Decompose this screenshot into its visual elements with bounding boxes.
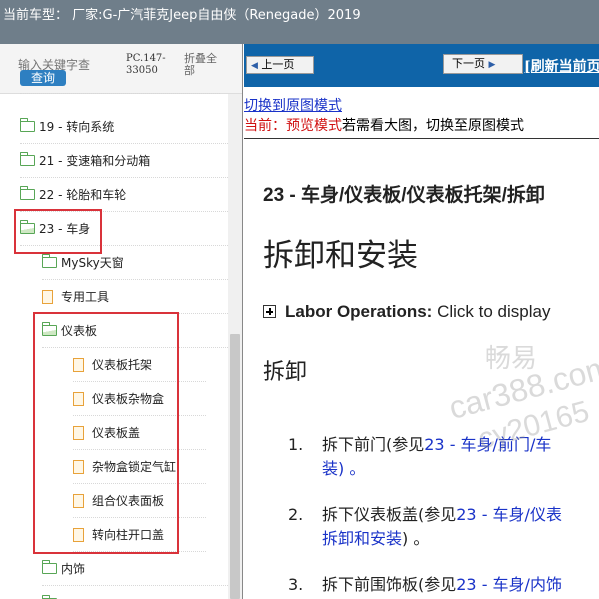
step-number: 1.	[288, 435, 304, 454]
step-text: 拆下前围饰板(参见	[322, 575, 457, 594]
content-pane: ◀ 上一页 下一页 ▶ [刷新当前页 切换到原图模式 当前：预览模式若需看大图，…	[244, 44, 599, 599]
tree-item-label: 转向柱开口盖	[92, 528, 165, 542]
tree-item-label: 仪表板托架	[92, 358, 153, 372]
tree-item-special-tools[interactable]: 专用工具	[42, 280, 228, 314]
folder-icon	[20, 152, 35, 166]
document-breadcrumb-heading: 23 - 车身/仪表板/仪表板托架/拆卸	[263, 185, 545, 206]
tree-item-label: 22 - 轮胎和车轮	[39, 188, 127, 202]
tree-item-label: 21 - 变速箱和分动箱	[39, 154, 151, 168]
step-reference-link-continued[interactable]: 拆卸和安装	[322, 529, 402, 548]
tree-item-label: 仪表板杂物盒	[92, 392, 165, 406]
next-page-button[interactable]: 下一页 ▶	[443, 54, 523, 74]
tree-item-label: 仪表板	[61, 324, 98, 338]
switch-original-mode-link[interactable]: 切换到原图模式	[244, 95, 342, 115]
tree-item-tires-wheels[interactable]: 22 - 轮胎和车轮	[20, 178, 228, 212]
watermark-text: car388.com	[445, 347, 599, 427]
step-text-continued: ) 。	[402, 529, 430, 548]
tree-item-body[interactable]: 23 - 车身	[20, 212, 228, 246]
part-code: PC.147-33050	[126, 53, 166, 76]
tree-item-glove-box-lock[interactable]: 杂物盒锁定气缸	[73, 450, 206, 484]
step-number: 3.	[288, 575, 304, 594]
tree-item-cluster-bezel[interactable]: 组合仪表面板	[73, 484, 206, 518]
tree-item-label: 杂物盒锁定气缸	[92, 460, 177, 474]
previous-page-button[interactable]: ◀ 上一页	[246, 56, 314, 74]
collapse-all-button[interactable]: 折叠全部	[184, 53, 224, 77]
document-title: 拆卸和安装	[263, 238, 418, 274]
folder-open-icon	[20, 220, 35, 234]
tree-scrollbar[interactable]	[228, 94, 242, 599]
previous-page-label: 上一页	[261, 58, 295, 71]
section-heading: 拆卸	[263, 360, 308, 385]
tree-item-clipped[interactable]	[42, 586, 228, 599]
arrow-right-icon: ▶	[488, 60, 496, 70]
watermark-text: 畅易	[485, 343, 538, 373]
page-navigation-bar: ◀ 上一页 下一页 ▶ [刷新当前页	[244, 44, 599, 87]
tree-item-instrument-panel[interactable]: 仪表板	[42, 314, 228, 348]
document-icon	[73, 493, 84, 508]
tree-item-label: MySky天窗	[61, 256, 124, 270]
tree-item-panel-cover[interactable]: 仪表板盖	[73, 416, 206, 450]
tree-item-label: 19 - 转向系统	[39, 120, 115, 134]
step-3: 3. 拆下前围饰板(参见23 - 车身/内饰	[288, 573, 598, 597]
tree-item-transmission[interactable]: 21 - 变速箱和分动箱	[20, 144, 228, 178]
current-mode-hint: 若需看大图，切换至原图模式	[342, 118, 524, 134]
left-navigation-pane: 查询 PC.147-33050 折叠全部 19 - 转向系统 21 - 变速箱和…	[0, 44, 243, 599]
tree-row-clipped	[20, 84, 220, 94]
step-reference-link[interactable]: 23 - 车身/仪表	[456, 505, 562, 524]
step-text: 拆下前门(参见	[322, 435, 425, 454]
folder-open-icon	[42, 322, 57, 336]
tree-item-label: 23 - 车身	[39, 222, 91, 236]
document-icon	[73, 357, 84, 372]
labor-operations-hint: Click to display	[432, 302, 551, 321]
step-2: 2. 拆下仪表板盖(参见23 - 车身/仪表 拆卸和安装) 。	[288, 503, 598, 551]
step-reference-link[interactable]: 23 - 车身/内饰	[456, 575, 562, 594]
step-text-continued: 装) 。	[322, 459, 366, 478]
folder-icon	[20, 118, 35, 132]
folder-icon	[42, 254, 57, 268]
step-text: 拆下仪表板盖(参见	[322, 505, 457, 524]
document-icon	[73, 391, 84, 406]
current-mode-text: 当前：预览模式若需看大图，切换至原图模式	[244, 115, 524, 135]
current-mode: 预览模式	[286, 118, 342, 134]
folder-icon	[42, 560, 57, 574]
document-icon	[42, 289, 53, 304]
tree-item-label: 仪表板盖	[92, 426, 141, 440]
tree-item-column-opening-cover[interactable]: 转向柱开口盖	[73, 518, 206, 552]
refresh-page-link[interactable]: [刷新当前页	[524, 56, 599, 76]
arrow-left-icon: ◀	[251, 61, 258, 71]
tree-item-label: 组合仪表面板	[92, 494, 165, 508]
current-vehicle-label: 当前车型： 厂家:G-广汽菲克Jeep自由侠（Renegade）2019	[3, 8, 361, 23]
tree-item-label: 专用工具	[61, 290, 110, 304]
expand-plus-icon[interactable]	[263, 305, 276, 318]
tree-item-panel-bracket[interactable]: 仪表板托架	[73, 348, 206, 382]
labor-operations-label: Labor Operations:	[285, 302, 433, 321]
step-1: 1. 拆下前门(参见23 - 车身/前门/车 装) 。	[288, 433, 598, 481]
step-reference-link[interactable]: 23 - 车身/前门/车	[424, 435, 551, 454]
document-icon	[73, 527, 84, 542]
tree-item-mysky-sunroof[interactable]: MySky天窗	[42, 246, 228, 280]
labor-operations[interactable]: Labor Operations: Click to display	[263, 302, 550, 322]
document-icon	[73, 459, 84, 474]
window-title-bar: 当前车型： 厂家:G-广汽菲克Jeep自由侠（Renegade）2019	[0, 0, 599, 44]
step-number: 2.	[288, 505, 304, 524]
current-prefix: 当前：	[244, 118, 286, 134]
scrollbar-thumb[interactable]	[230, 334, 240, 599]
folder-icon	[20, 186, 35, 200]
document-icon	[73, 425, 84, 440]
tree-item-glove-box[interactable]: 仪表板杂物盒	[73, 382, 206, 416]
tree-item-steering[interactable]: 19 - 转向系统	[20, 110, 228, 144]
divider	[244, 138, 599, 139]
tree-item-label: 内饰	[61, 562, 86, 576]
tree-view: 19 - 转向系统 21 - 变速箱和分动箱 22 - 轮胎和车轮 23 - 车…	[0, 93, 228, 599]
tree-item-interior-trim[interactable]: 内饰	[42, 552, 228, 586]
next-page-label: 下一页	[452, 57, 485, 70]
